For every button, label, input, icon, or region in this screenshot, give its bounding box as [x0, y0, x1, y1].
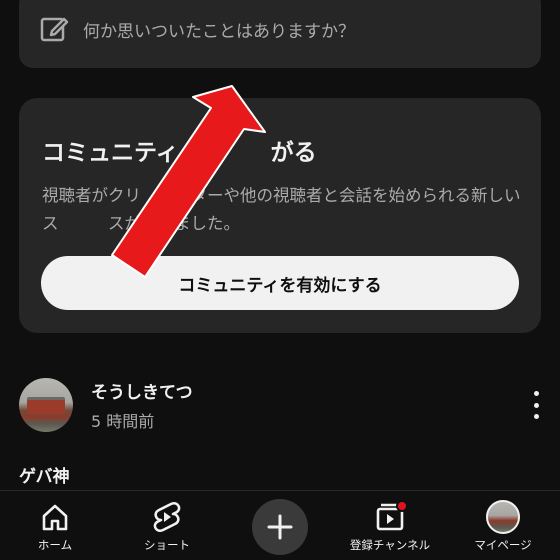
shorts-icon: [149, 499, 185, 535]
nav-home-label: ホーム: [37, 538, 73, 552]
card-description: 視聴者がクリ ターや他の視聴者と会話を始められる新しいス スができました。: [42, 186, 521, 233]
composer-placeholder: 何か思いついたことはありますか？: [83, 22, 355, 42]
nav-mypage[interactable]: マイページ: [453, 499, 553, 553]
author-name[interactable]: そうしきてつ: [91, 378, 193, 403]
subscriptions-icon: [372, 499, 408, 535]
create-icon: [267, 514, 293, 540]
post-time: 5 時間前: [91, 412, 155, 431]
nav-subscriptions-label: 登録チャンネル: [349, 538, 431, 552]
nav-mypage-label: マイページ: [474, 538, 532, 552]
nav-shorts[interactable]: ショート: [117, 499, 217, 553]
enable-community-button[interactable]: コミュニティを有効にする: [41, 256, 519, 310]
create-button[interactable]: [252, 499, 308, 555]
bottom-nav: ホーム ショート 登録チャンネル マイページ: [0, 490, 560, 560]
notification-dot: [396, 500, 408, 512]
post-header: そうしきてつ 5 時間前: [19, 378, 549, 432]
more-vert-icon[interactable]: [524, 391, 548, 419]
home-icon: [37, 499, 73, 535]
author-avatar[interactable]: [19, 378, 73, 432]
nav-subscriptions[interactable]: 登録チャンネル: [340, 499, 440, 553]
post-composer[interactable]: 何か思いついたことはありますか？: [19, 0, 541, 68]
avatar: [486, 500, 520, 534]
my-avatar-wrap: [485, 499, 521, 535]
nav-shorts-label: ショート: [144, 538, 190, 552]
post-body: ゲバ神: [19, 467, 70, 487]
edit-icon: [37, 12, 71, 46]
card-title: コミュニティ がる: [42, 140, 317, 166]
nav-home[interactable]: ホーム: [5, 499, 105, 553]
community-promo-card: コミュニティ がる 視聴者がクリ ターや他の視聴者と会話を始められる新しいス ス…: [19, 98, 541, 333]
